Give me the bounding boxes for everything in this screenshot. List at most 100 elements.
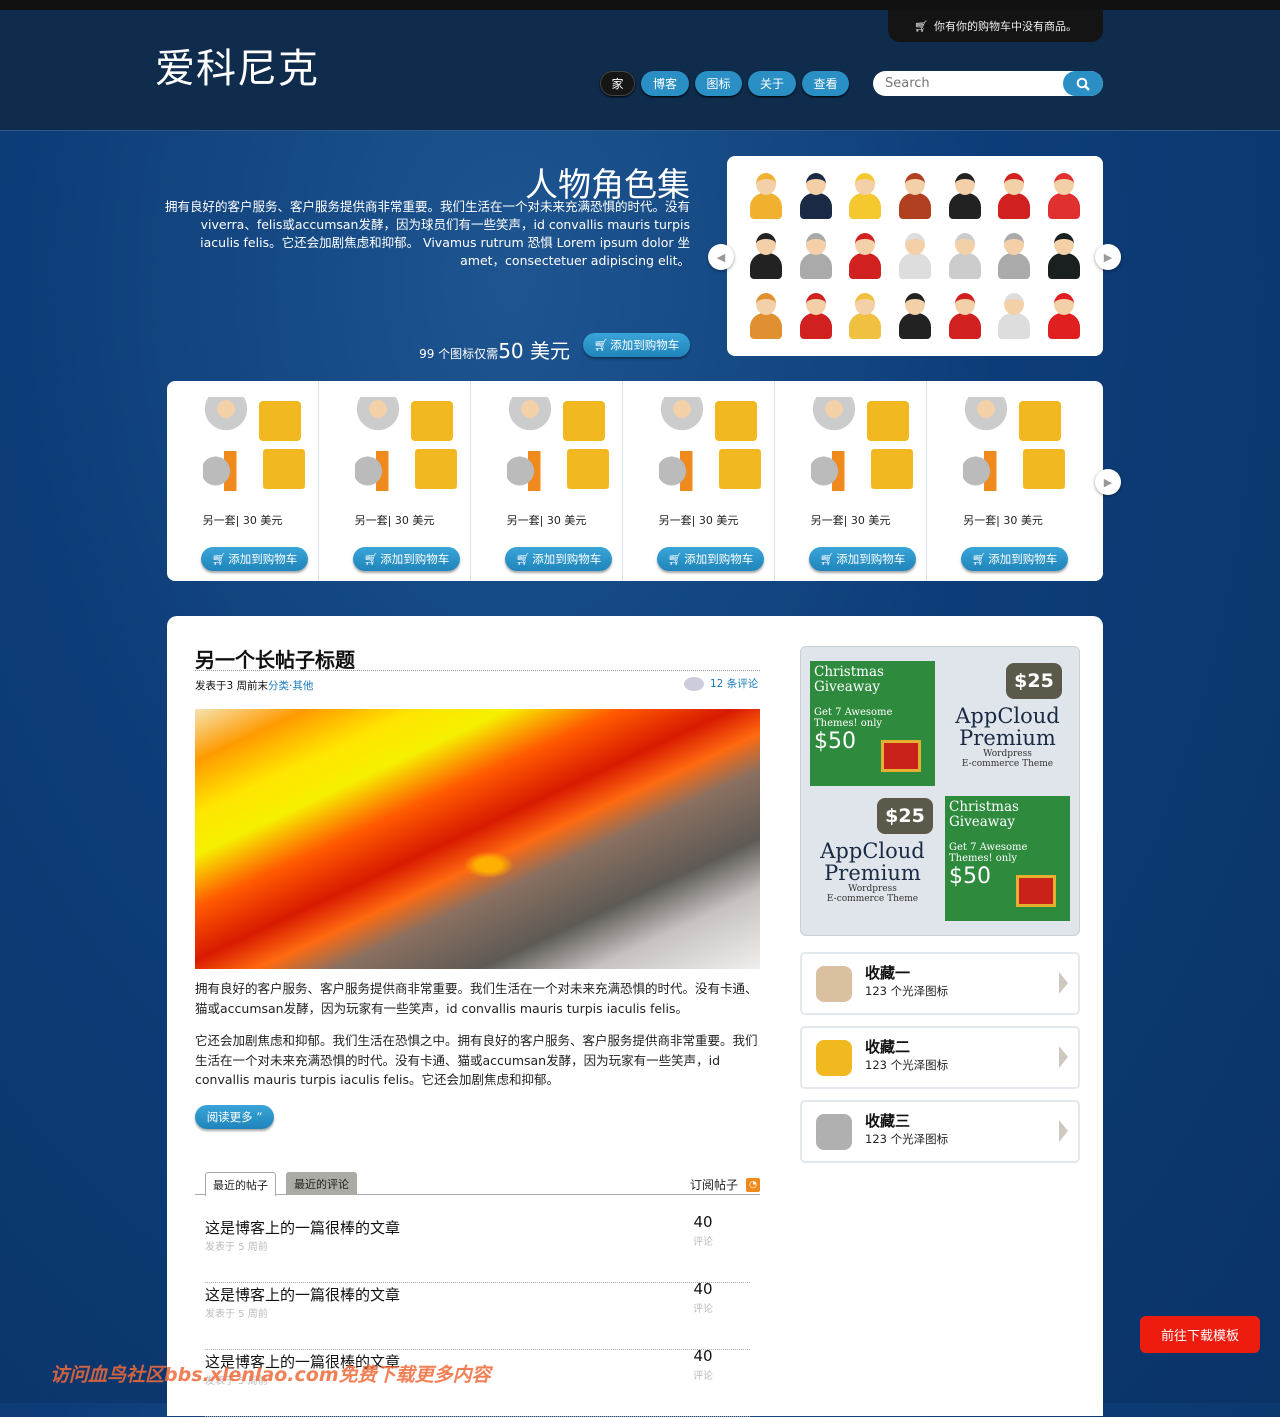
- ad-subtitle: Wordpress: [848, 884, 897, 894]
- post-date: 发表于3 周前末: [195, 680, 269, 692]
- recent-post-item[interactable]: 这是博客上的一篇很棒的文章 发表于 5 周前 40 评论: [205, 1213, 750, 1283]
- collection-item[interactable]: 收藏一 123 个光泽图标: [800, 952, 1080, 1015]
- nav-icons[interactable]: 图标: [695, 71, 742, 96]
- ad-title: AppCloud: [955, 704, 1060, 728]
- package-dollar-icon: [871, 449, 913, 489]
- prev-arrow-icon[interactable]: ◀: [708, 244, 734, 270]
- gift-icon: [1016, 875, 1056, 907]
- chevron-right-icon: [1059, 1046, 1068, 1068]
- add-to-cart-button[interactable]: 🛒︎ 添加到购物车: [961, 547, 1068, 571]
- recent-post-title[interactable]: 这是博客上的一篇很棒的文章: [205, 1217, 400, 1238]
- ad-text: Get 7 Awesome Themes! only: [949, 842, 1028, 864]
- megaphone-icon: [963, 451, 1005, 491]
- collection-item[interactable]: 收藏三 123 个光泽图标: [800, 1100, 1080, 1163]
- cart-icon: 🛒︎: [667, 552, 683, 566]
- character-icon[interactable]: [746, 171, 786, 221]
- hero-add-to-cart-button[interactable]: 🛒︎ 添加到购物车: [583, 333, 690, 357]
- recent-post-title[interactable]: 这是博客上的一篇很棒的文章: [205, 1284, 400, 1305]
- character-icon[interactable]: [895, 291, 935, 341]
- subscribe-label: 订阅帖子: [689, 1178, 738, 1192]
- character-icon[interactable]: [994, 231, 1034, 281]
- collection-subtitle: 123 个光泽图标: [865, 1058, 949, 1072]
- nav-blog[interactable]: 博客: [641, 71, 689, 96]
- cart-icon: 🛒︎: [593, 338, 609, 352]
- comments-link[interactable]: 12 条评论: [684, 676, 758, 691]
- product-label: 另一套| 30 美元: [202, 514, 283, 527]
- button-label: 添加到购物车: [532, 552, 602, 566]
- price-badge: $25: [1006, 663, 1062, 699]
- price-value: 50 美元: [498, 339, 570, 363]
- product-set: 另一套| 30 美元 🛒︎ 添加到购物车: [167, 381, 319, 581]
- character-icon[interactable]: [845, 231, 885, 281]
- ad-christmas-giveaway[interactable]: Christmas Giveaway Get 7 Awesome Themes! …: [810, 661, 935, 786]
- cart-status[interactable]: 🛒︎ 你有你的购物车中没有商品。: [888, 10, 1103, 42]
- add-to-cart-button[interactable]: 🛒︎ 添加到购物车: [353, 547, 460, 571]
- character-icon[interactable]: [746, 231, 786, 281]
- character-icon[interactable]: [1044, 171, 1084, 221]
- collection-icon: [816, 1114, 852, 1150]
- character-icon[interactable]: [895, 231, 935, 281]
- character-icon[interactable]: [796, 291, 836, 341]
- recent-tabs: 最近的帖子 最近的评论 订阅帖子 ◔: [195, 1172, 760, 1196]
- post-title[interactable]: 另一个长帖子标题: [195, 644, 355, 673]
- nav-about[interactable]: 关于: [748, 71, 796, 96]
- character-icon[interactable]: [945, 231, 985, 281]
- product-set: 另一套| 30 美元 🛒︎ 添加到购物车: [775, 381, 927, 581]
- read-more-button[interactable]: 阅读更多 ”: [195, 1105, 274, 1129]
- collection-title: 收藏三: [865, 1112, 911, 1130]
- recent-post-item[interactable]: 这是博客上的一篇很棒的文章 发表于 5 周前 40 评论: [205, 1280, 750, 1350]
- product-label: 另一套| 30 美元: [354, 514, 435, 527]
- nav-view[interactable]: 查看: [802, 71, 849, 96]
- character-icon[interactable]: [994, 291, 1034, 341]
- add-to-cart-button[interactable]: 🛒︎ 添加到购物车: [201, 547, 308, 571]
- nav-home[interactable]: 家: [600, 71, 635, 96]
- comment-count[interactable]: 12 条评论: [710, 676, 758, 691]
- cart-icon: 🛒︎: [515, 552, 531, 566]
- tab-recent-posts[interactable]: 最近的帖子: [205, 1172, 276, 1196]
- character-icon[interactable]: [746, 291, 786, 341]
- character-icon[interactable]: [845, 291, 885, 341]
- product-label: 另一套| 30 美元: [963, 514, 1043, 527]
- comment-label: 评论: [693, 1304, 713, 1315]
- character-icon-preview: [727, 156, 1103, 356]
- character-icon[interactable]: [945, 291, 985, 341]
- character-icon[interactable]: [994, 171, 1034, 221]
- ad-appcloud[interactable]: $25 AppCloud Premium Wordpress E-commerce …: [945, 661, 1070, 786]
- character-icon[interactable]: [845, 171, 885, 221]
- character-icon[interactable]: [1044, 231, 1084, 281]
- cart-icon: 🛒︎: [914, 19, 928, 33]
- megaphone-icon: [355, 451, 397, 491]
- collection-item[interactable]: 收藏二 123 个光泽图标: [800, 1026, 1080, 1089]
- character-icon[interactable]: [895, 171, 935, 221]
- search-button[interactable]: [1063, 71, 1103, 96]
- ad-appcloud[interactable]: $25 AppCloud Premium Wordpress E-commerce …: [810, 796, 935, 921]
- tab-recent-comments[interactable]: 最近的评论: [286, 1172, 357, 1195]
- comment-bubble-icon: [684, 676, 704, 691]
- support-person-icon: [205, 397, 247, 437]
- subscribe-link[interactable]: 订阅帖子 ◔: [690, 1176, 760, 1193]
- next-arrow-icon[interactable]: ▶: [1095, 244, 1121, 270]
- divider: [195, 670, 760, 671]
- product-label: 另一套| 30 美元: [658, 514, 739, 527]
- add-to-cart-button[interactable]: 🛒︎ 添加到购物车: [657, 547, 764, 571]
- logo[interactable]: 爱科尼克: [155, 36, 319, 94]
- button-label: 添加到购物车: [836, 552, 906, 566]
- button-label: 添加到购物车: [684, 552, 754, 566]
- character-icon[interactable]: [796, 171, 836, 221]
- strip-next-arrow-icon[interactable]: ▶: [1095, 469, 1121, 495]
- add-to-cart-button[interactable]: 🛒︎ 添加到购物车: [809, 547, 916, 571]
- post-meta: 发表于3 周前末分类·其他: [195, 678, 313, 693]
- character-icon[interactable]: [1044, 291, 1084, 341]
- ad-christmas-giveaway[interactable]: Christmas Giveaway Get 7 Awesome Themes! …: [945, 796, 1070, 921]
- megaphone-icon: [203, 451, 245, 491]
- character-icon[interactable]: [796, 231, 836, 281]
- collection-title: 收藏二: [865, 1038, 911, 1056]
- collection-subtitle: 123 个光泽图标: [865, 1132, 949, 1146]
- character-icon[interactable]: [945, 171, 985, 221]
- search-input[interactable]: [873, 71, 1063, 96]
- add-to-cart-button[interactable]: 🛒︎ 添加到购物车: [505, 547, 612, 571]
- category-link[interactable]: 分类·其他: [268, 680, 313, 692]
- download-template-button[interactable]: 前往下载模板: [1140, 1316, 1260, 1353]
- truck-icon: [411, 401, 453, 441]
- package-dollar-icon: [415, 449, 457, 489]
